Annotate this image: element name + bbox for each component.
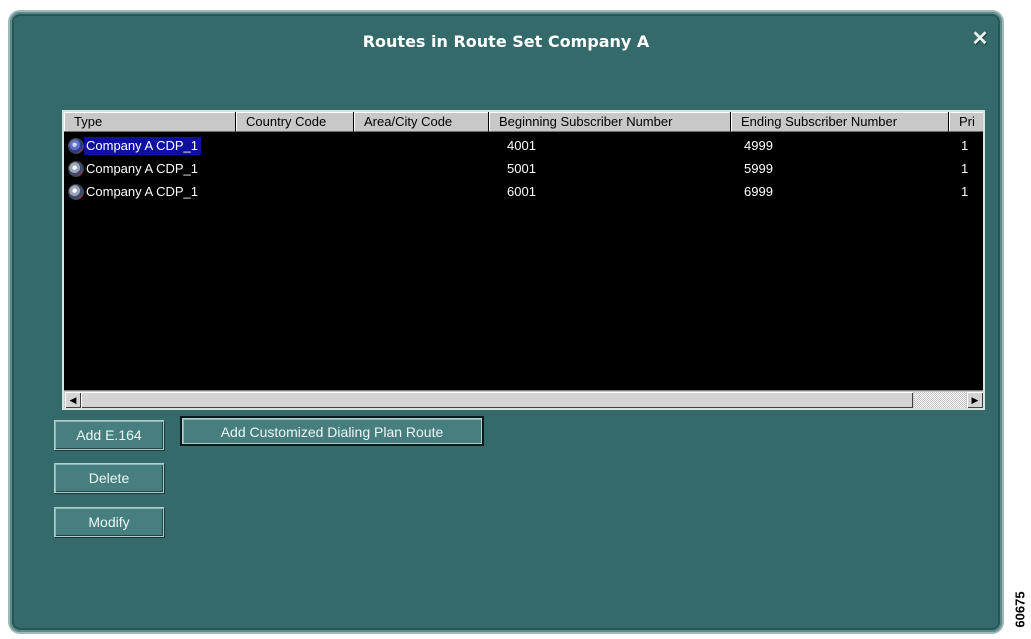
delete-button[interactable]: Delete — [54, 463, 164, 493]
table-row[interactable]: Company A CDP_1 4001 4999 1 — [64, 135, 983, 157]
route-type-label: Company A CDP_1 — [86, 161, 199, 176]
ending-number-cell: 6999 — [744, 184, 773, 199]
column-header-area-city-code[interactable]: Area/City Code — [354, 112, 489, 132]
column-header-country-code[interactable]: Country Code — [236, 112, 354, 132]
beginning-number-cell: 4001 — [507, 138, 536, 153]
beginning-number-cell: 6001 — [507, 184, 536, 199]
route-globe-icon — [68, 184, 84, 200]
scroll-right-icon[interactable]: ▶ — [967, 392, 983, 408]
add-customized-dialing-plan-route-button[interactable]: Add Customized Dialing Plan Route — [180, 416, 484, 446]
column-header-beginning-subscriber-number[interactable]: Beginning Subscriber Number — [489, 112, 731, 132]
type-cell: Company A CDP_1 — [68, 135, 202, 157]
figure-id: 60675 — [1010, 582, 1030, 638]
close-icon[interactable]: ✕ — [970, 28, 990, 50]
column-header-ending-subscriber-number[interactable]: Ending Subscriber Number — [731, 112, 949, 132]
table-header: Type Country Code Area/City Code Beginni… — [64, 112, 983, 132]
scroll-left-icon[interactable]: ◀ — [65, 392, 81, 408]
routes-table: Type Country Code Area/City Code Beginni… — [62, 110, 985, 410]
scrollbar-track[interactable] — [914, 392, 966, 408]
ending-number-cell: 4999 — [744, 138, 773, 153]
beginning-number-cell: 5001 — [507, 161, 536, 176]
route-type-label: Company A CDP_1 — [86, 184, 199, 199]
table-row[interactable]: Company A CDP_1 6001 6999 1 — [64, 181, 983, 203]
type-cell: Company A CDP_1 — [68, 181, 201, 203]
add-e164-button[interactable]: Add E.164 — [54, 420, 164, 450]
ending-number-cell: 5999 — [744, 161, 773, 176]
window-title: Routes in Route Set Company A — [362, 32, 650, 51]
priority-cell: 1 — [961, 184, 969, 199]
route-globe-icon — [68, 138, 84, 154]
column-header-type[interactable]: Type — [64, 112, 236, 132]
figure-id-label: 60675 — [1012, 591, 1028, 628]
type-cell: Company A CDP_1 — [68, 158, 201, 180]
modify-button[interactable]: Modify — [54, 507, 164, 537]
column-header-priority[interactable]: Pri — [949, 112, 983, 132]
horizontal-scrollbar[interactable]: ◀ ▶ — [64, 390, 983, 408]
route-globe-icon — [68, 161, 84, 177]
table-row[interactable]: Company A CDP_1 5001 5999 1 — [64, 158, 983, 180]
priority-cell: 1 — [961, 161, 969, 176]
priority-cell: 1 — [961, 138, 969, 153]
route-type-label: Company A CDP_1 — [84, 137, 202, 155]
route-set-window: Routes in Route Set Company A ✕ Type Cou… — [8, 10, 1004, 634]
scrollbar-thumb[interactable] — [81, 392, 913, 408]
